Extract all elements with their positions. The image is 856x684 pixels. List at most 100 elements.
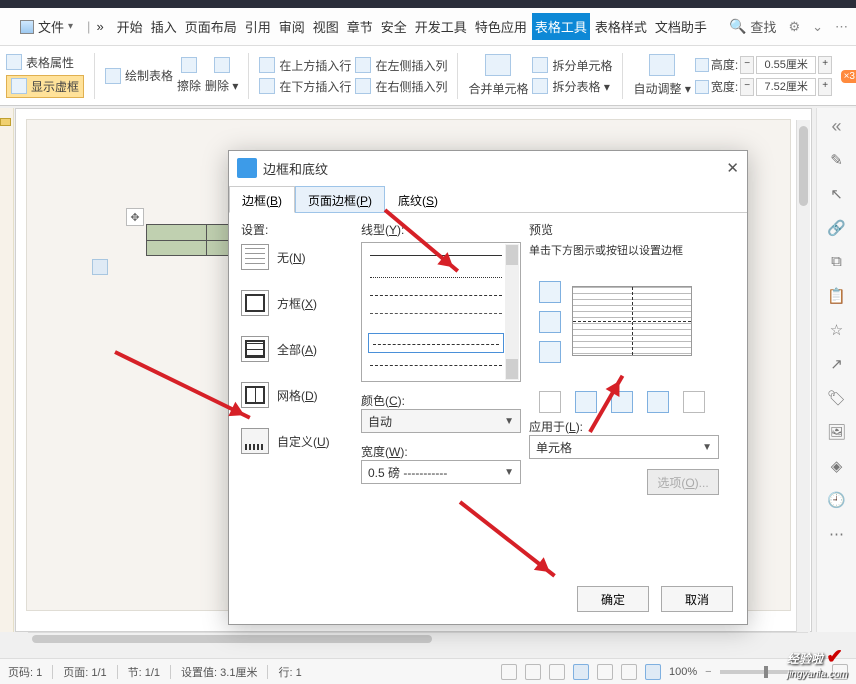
tab-layout[interactable]: 页面布局 <box>182 13 240 40</box>
status-section[interactable]: 节: 1/1 <box>128 664 160 680</box>
zoom-label[interactable]: 100% <box>669 666 697 678</box>
view-icon-1[interactable] <box>501 664 517 680</box>
more-icon[interactable]: ⋯ <box>835 19 848 35</box>
ok-button[interactable]: 确定 <box>577 586 649 612</box>
insert-left-button[interactable]: 在左侧插入列 <box>355 57 447 74</box>
delete-icon[interactable] <box>214 57 230 73</box>
width-dec[interactable]: − <box>740 78 754 96</box>
close-button[interactable]: ✕ <box>726 159 739 177</box>
settings-side-icon[interactable]: ⧉ <box>827 253 847 273</box>
v-scroll-thumb[interactable] <box>799 126 808 206</box>
height-inc[interactable]: + <box>818 56 832 74</box>
clock-icon[interactable]: 🕘 <box>827 491 847 511</box>
tab-special[interactable]: 特色应用 <box>472 13 530 40</box>
view-icon-7[interactable] <box>645 664 661 680</box>
table-move-handle[interactable]: ✥ <box>126 208 144 226</box>
line-selected[interactable] <box>368 333 504 353</box>
collapse-icon[interactable]: ⌄ <box>812 19 823 35</box>
line-scroll-up[interactable] <box>506 245 518 265</box>
view-icon-5[interactable] <box>597 664 613 680</box>
tab-ref[interactable]: 引用 <box>242 13 274 40</box>
star-icon[interactable]: ☆ <box>827 321 847 341</box>
dialog-titlebar[interactable]: 边框和底纹 ✕ <box>229 151 747 185</box>
tab-chapter[interactable]: 章节 <box>344 13 376 40</box>
h-scroll-thumb[interactable] <box>32 635 432 643</box>
view-icon-4[interactable] <box>573 664 589 680</box>
chain-icon[interactable]: 🔗 <box>827 219 847 239</box>
more-side-icon[interactable]: ⋯ <box>827 525 847 545</box>
width-combo[interactable]: 0.5 磅 -----------▼ <box>361 460 521 484</box>
zoom-out[interactable]: − <box>705 666 711 678</box>
insert-right-button[interactable]: 在右侧插入列 <box>355 78 447 95</box>
tab-view[interactable]: 视图 <box>310 13 342 40</box>
status-page[interactable]: 页面: 1/1 <box>63 664 106 680</box>
height-dec[interactable]: − <box>740 56 754 74</box>
tab-table-tools[interactable]: 表格工具 <box>532 13 590 40</box>
tab-safe[interactable]: 安全 <box>378 13 410 40</box>
setting-none[interactable]: 无(N) <box>241 244 353 270</box>
search-button[interactable]: 🔍 查找 <box>729 17 776 36</box>
insert-below-button[interactable]: 在下方插入行 <box>259 78 351 95</box>
border-left-button[interactable] <box>575 391 597 413</box>
cube-icon[interactable]: ◈ <box>827 457 847 477</box>
pencil-icon[interactable]: ✎ <box>827 151 847 171</box>
zoom-knob[interactable] <box>764 666 768 678</box>
insert-above-button[interactable]: 在上方插入行 <box>259 57 351 74</box>
more-menu[interactable]: » <box>96 19 103 34</box>
tab-insert[interactable]: 插入 <box>148 13 180 40</box>
show-virtual-border-button[interactable]: 显示虚框 <box>6 75 84 98</box>
border-bottom-button[interactable] <box>539 341 561 363</box>
preview-box[interactable] <box>572 286 692 356</box>
status-page-no[interactable]: 页码: 1 <box>8 664 42 680</box>
merge-icon[interactable] <box>485 54 511 76</box>
table-props-button[interactable]: 表格属性 <box>6 54 84 71</box>
apply-combo[interactable]: 单元格▼ <box>529 435 719 459</box>
tab-doc-helper[interactable]: 文档助手 <box>652 13 710 40</box>
share-icon[interactable]: ↗ <box>827 355 847 375</box>
color-combo[interactable]: 自动▼ <box>361 409 521 433</box>
tab-border[interactable]: 边框(B) <box>229 186 295 213</box>
tab-table-style[interactable]: 表格样式 <box>592 13 650 40</box>
view-icon-2[interactable] <box>525 664 541 680</box>
border-mid-h-button[interactable] <box>539 311 561 333</box>
split-cell-button[interactable]: 拆分单元格 <box>532 57 612 74</box>
line-dotted[interactable] <box>370 277 502 278</box>
border-right-button[interactable] <box>647 391 669 413</box>
horizontal-scrollbar[interactable] <box>28 632 808 644</box>
collapse-panel-icon[interactable]: « <box>831 116 841 137</box>
tab-dev[interactable]: 开发工具 <box>412 13 470 40</box>
autofit-icon[interactable] <box>649 54 675 76</box>
border-diag1-button[interactable] <box>539 391 561 413</box>
border-diag2-button[interactable] <box>683 391 705 413</box>
tab-review[interactable]: 审阅 <box>276 13 308 40</box>
erase-icon[interactable] <box>181 57 197 73</box>
ruler-marker[interactable] <box>0 118 11 126</box>
line-scroll-down[interactable] <box>506 359 518 379</box>
view-icon-6[interactable] <box>621 664 637 680</box>
line-dash3[interactable] <box>370 365 502 366</box>
height-input[interactable]: 0.55厘米 <box>756 56 816 74</box>
settings-icon[interactable]: ⚙ <box>788 19 800 35</box>
line-dash1[interactable] <box>370 295 502 296</box>
paste-icon[interactable]: 📋 <box>827 287 847 307</box>
note-icon[interactable] <box>92 259 108 275</box>
vertical-scrollbar[interactable] <box>796 120 810 632</box>
width-inc[interactable]: + <box>818 78 832 96</box>
cancel-button[interactable]: 取消 <box>661 586 733 612</box>
tab-shading[interactable]: 底纹(S) <box>385 186 451 213</box>
setting-custom[interactable]: 自定义(U) <box>241 428 353 454</box>
tab-page-border[interactable]: 页面边框(P) <box>295 186 385 213</box>
select-icon[interactable]: ↖ <box>827 185 847 205</box>
file-menu[interactable]: 文件 ▾ <box>12 13 81 40</box>
view-icon-3[interactable] <box>549 664 565 680</box>
split-table-button[interactable]: 拆分表格 ▾ <box>532 78 612 95</box>
draw-table-button[interactable]: 绘制表格 <box>105 67 173 84</box>
setting-grid[interactable]: 网格(D) <box>241 382 353 408</box>
setting-all[interactable]: 全部(A) <box>241 336 353 362</box>
tree-icon[interactable]: 🏷 <box>827 389 847 409</box>
width-input[interactable]: 7.52厘米 <box>756 78 816 96</box>
tab-start[interactable]: 开始 <box>114 13 146 40</box>
setting-box[interactable]: 方框(X) <box>241 290 353 316</box>
line-dash2[interactable] <box>370 313 502 314</box>
image-icon[interactable]: 🖼 <box>827 423 847 443</box>
